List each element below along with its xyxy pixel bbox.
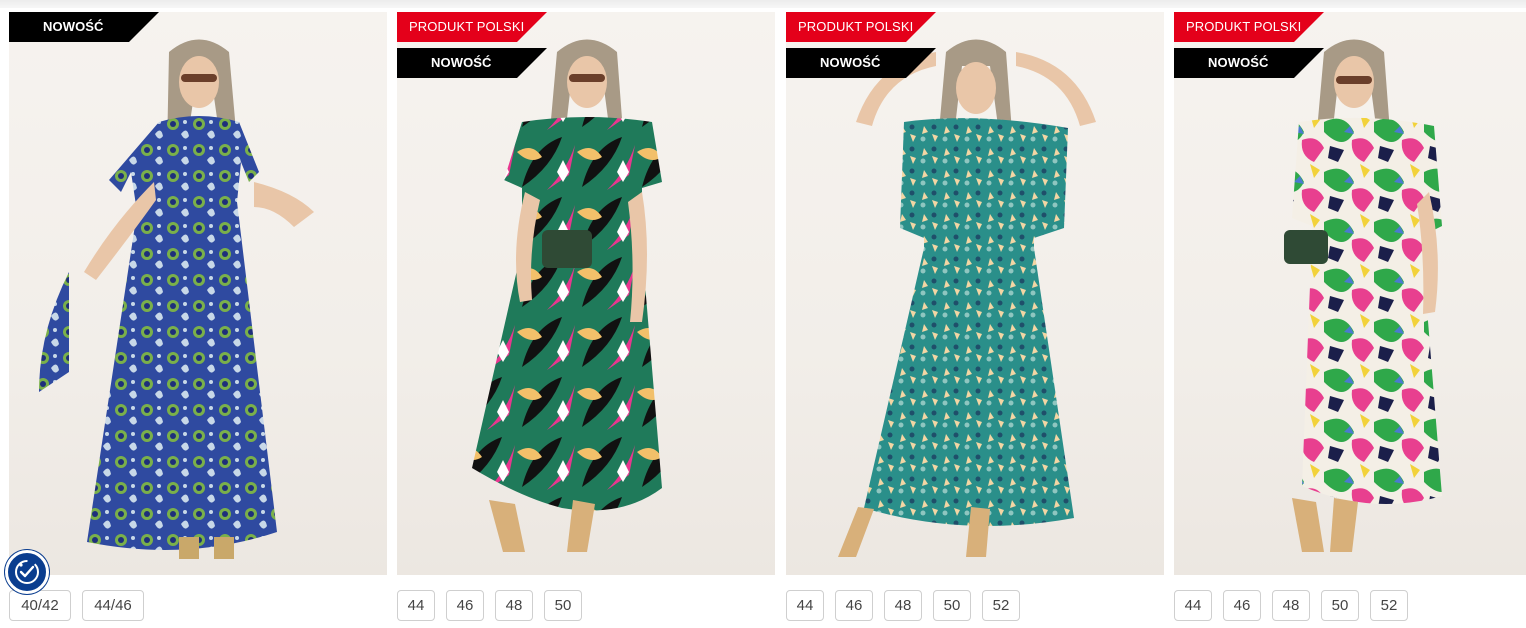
badge-polish-product: PRODUKT POLSKI — [1174, 12, 1324, 42]
product-image[interactable] — [786, 12, 1164, 575]
badge-new: NOWOŚĆ — [397, 48, 547, 78]
badge-stack: PRODUKT POLSKI NOWOŚĆ — [1174, 12, 1324, 78]
badge-polish-product: PRODUKT POLSKI — [397, 12, 547, 42]
size-option[interactable]: 44 — [397, 590, 435, 621]
product-image[interactable] — [1174, 12, 1526, 575]
size-option[interactable]: 44 — [1174, 590, 1212, 621]
size-option[interactable]: 40/42 — [9, 590, 71, 621]
model-in-abstract-print-dress-image — [1284, 39, 1442, 552]
accessibility-icon — [15, 560, 39, 584]
model-in-floral-maxi-dress-image — [838, 39, 1096, 557]
size-option[interactable]: 50 — [544, 590, 582, 621]
size-option[interactable]: 48 — [495, 590, 533, 621]
size-option[interactable]: 44 — [786, 590, 824, 621]
size-list: 44 46 48 50 52 — [1174, 590, 1408, 621]
product-card[interactable]: NOWOŚĆ 40/42 44/46 — [9, 8, 387, 621]
badge-new: NOWOŚĆ — [1174, 48, 1324, 78]
badge-stack: PRODUKT POLSKI NOWOŚĆ — [786, 12, 936, 78]
product-image[interactable] — [397, 12, 775, 575]
size-option[interactable]: 50 — [933, 590, 971, 621]
top-divider — [0, 0, 1526, 8]
accessibility-widget-button[interactable] — [5, 550, 49, 594]
size-list: 40/42 44/46 — [9, 590, 144, 621]
badge-stack: NOWOŚĆ — [9, 12, 159, 42]
size-option[interactable]: 48 — [884, 590, 922, 621]
size-option[interactable]: 46 — [835, 590, 873, 621]
badge-polish-product: PRODUKT POLSKI — [786, 12, 936, 42]
badge-stack: PRODUKT POLSKI NOWOŚĆ — [397, 12, 547, 78]
size-list: 44 46 48 50 52 — [786, 590, 1020, 621]
size-option[interactable]: 50 — [1321, 590, 1359, 621]
size-option[interactable]: 46 — [1223, 590, 1261, 621]
model-in-tropical-leaf-dress-image — [472, 39, 662, 552]
product-card[interactable]: PRODUKT POLSKI NOWOŚĆ 44 46 48 50 52 — [786, 8, 1164, 621]
product-card[interactable]: PRODUKT POLSKI NOWOŚĆ 44 46 48 50 — [397, 8, 775, 621]
product-image[interactable] — [9, 12, 387, 575]
product-card[interactable]: PRODUKT POLSKI NOWOŚĆ 44 46 48 50 52 — [1174, 8, 1526, 621]
size-option[interactable]: 48 — [1272, 590, 1310, 621]
size-option[interactable]: 44/46 — [82, 590, 144, 621]
badge-new: NOWOŚĆ — [786, 48, 936, 78]
size-option[interactable]: 52 — [982, 590, 1020, 621]
size-option[interactable]: 46 — [446, 590, 484, 621]
model-in-paisley-maxi-dress-image — [39, 39, 314, 559]
badge-new: NOWOŚĆ — [9, 12, 159, 42]
size-list: 44 46 48 50 — [397, 590, 582, 621]
size-option[interactable]: 52 — [1370, 590, 1408, 621]
